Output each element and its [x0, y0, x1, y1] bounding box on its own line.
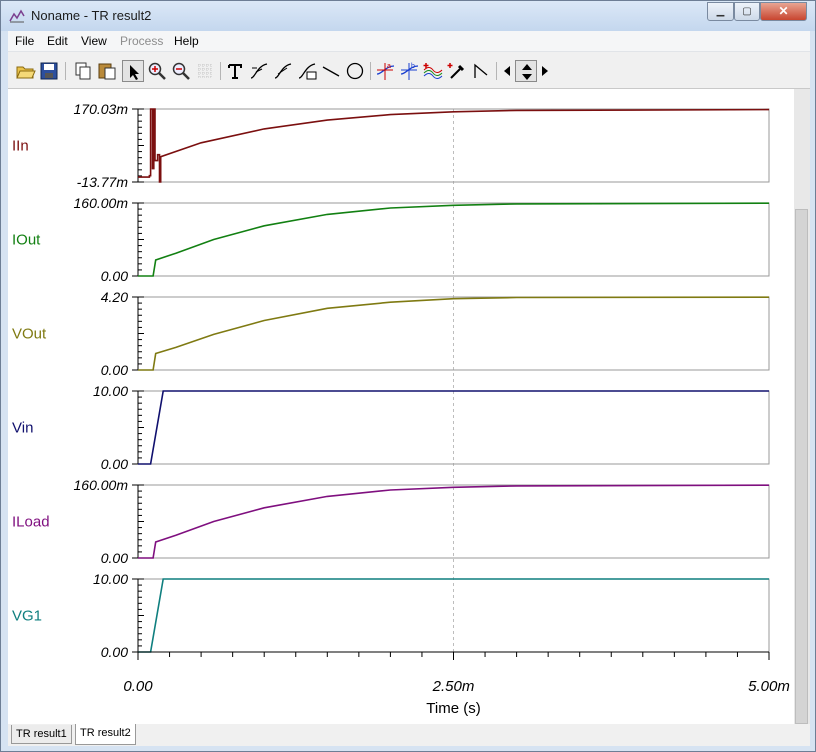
ymax-label-iload: 160.00m	[74, 477, 129, 493]
copy-icon[interactable]	[72, 60, 94, 82]
x-tick-label: 2.50m	[432, 678, 475, 695]
arrow-left-icon[interactable]	[500, 60, 514, 82]
tab-tr-result2[interactable]: TR result2	[75, 724, 136, 745]
ymin-label-vin: 0.00	[101, 456, 128, 472]
trace-name-vin: Vin	[12, 420, 33, 437]
menu-process[interactable]: Process	[120, 34, 163, 48]
ymax-label-vin: 10.00	[93, 383, 128, 399]
ymin-label-iout: 0.00	[101, 268, 128, 284]
toolbar-separator	[496, 62, 497, 80]
toolbar: a b	[8, 52, 810, 89]
eyedropper-icon[interactable]	[446, 60, 468, 82]
curves-icon[interactable]	[422, 60, 444, 82]
menu-bar: File Edit View Process Help	[8, 31, 810, 52]
ymin-label-iload: 0.00	[101, 550, 128, 566]
svg-text:b: b	[411, 63, 415, 70]
line-tool-icon[interactable]	[320, 60, 342, 82]
pointer-icon[interactable]	[122, 60, 144, 82]
tangent-icon[interactable]	[470, 60, 492, 82]
zoom-out-icon[interactable]	[170, 60, 192, 82]
ymin-label-vout: 0.00	[101, 362, 128, 378]
marker-a-icon[interactable]: a	[374, 60, 396, 82]
svg-text:a: a	[387, 63, 391, 70]
ymax-label-iin: 170.03m	[74, 101, 129, 117]
ymin-label-iin: -13.77m	[77, 174, 129, 190]
window-title: Noname - TR result2	[31, 8, 152, 23]
ellipse-tool-icon[interactable]	[344, 60, 366, 82]
trace-name-iload: ILoad	[12, 514, 50, 531]
x-axis-title: Time (s)	[426, 700, 480, 717]
x-tick-label: 0.00	[123, 678, 153, 695]
maximize-button[interactable]: ▢	[734, 2, 760, 21]
cursor-a-icon[interactable]	[248, 60, 270, 82]
open-folder-icon[interactable]	[14, 60, 36, 82]
app-window: Noname - TR result2 ▁ ▢ ✕ File Edit View…	[0, 0, 816, 752]
title-bar[interactable]: Noname - TR result2 ▁ ▢ ✕	[1, 1, 815, 31]
toolbar-separator	[370, 62, 371, 80]
ymax-label-iout: 160.00m	[74, 195, 129, 211]
toolbar-separator	[220, 62, 221, 80]
zoom-in-icon[interactable]	[146, 60, 168, 82]
trace-name-vout: VOut	[12, 326, 47, 343]
marker-b-icon[interactable]: b	[398, 60, 420, 82]
save-disk-icon[interactable]	[38, 60, 60, 82]
close-button[interactable]: ✕	[760, 2, 807, 21]
scrollbar-thumb[interactable]	[795, 209, 808, 724]
vertical-scrollbar[interactable]	[794, 89, 810, 724]
grid-icon[interactable]	[194, 60, 216, 82]
trace-name-vg1: VG1	[12, 608, 42, 625]
cursor-b-icon[interactable]	[272, 60, 294, 82]
plot-svg[interactable]: 170.03m -13.77m IIn 160.00m 0.00 IOut 4.20 0.00…	[8, 89, 794, 724]
ymax-label-vg1: 10.00	[93, 571, 128, 587]
paste-icon[interactable]	[96, 60, 118, 82]
arrow-right-icon[interactable]	[538, 60, 552, 82]
menu-view[interactable]: View	[81, 34, 107, 48]
arrow-updown-icon[interactable]	[515, 60, 537, 82]
trace-name-iout: IOut	[12, 232, 41, 249]
text-tool-icon[interactable]	[224, 60, 246, 82]
plot-area[interactable]: 170.03m -13.77m IIn 160.00m 0.00 IOut 4.20 0.00…	[8, 89, 794, 724]
menu-edit[interactable]: Edit	[47, 34, 68, 48]
axis-label-icon[interactable]	[296, 60, 318, 82]
ymax-label-vout: 4.20	[101, 289, 128, 305]
x-tick-label: 5.00m	[748, 678, 790, 695]
result-tabs: TR result1 TR result2	[8, 724, 810, 746]
ymin-label-vg1: 0.00	[101, 644, 128, 660]
menu-file[interactable]: File	[15, 34, 34, 48]
menu-help[interactable]: Help	[174, 34, 199, 48]
minimize-button[interactable]: ▁	[707, 2, 734, 21]
trace-name-iin: IIn	[12, 138, 29, 155]
toolbar-separator	[65, 62, 66, 80]
tab-tr-result1[interactable]: TR result1	[11, 725, 72, 744]
app-icon	[9, 9, 25, 23]
